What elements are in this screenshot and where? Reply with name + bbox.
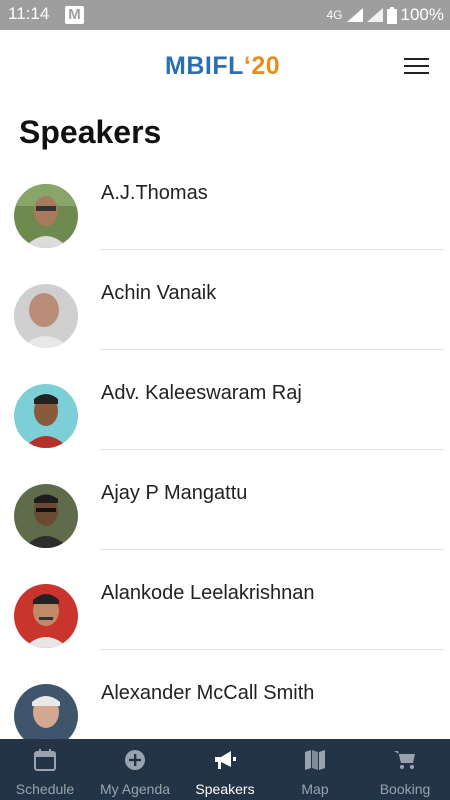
- battery-level: 100%: [400, 5, 444, 24]
- nav-item-map[interactable]: Map: [270, 739, 360, 800]
- network-type: 4G: [326, 8, 343, 22]
- speaker-avatar: [14, 284, 78, 348]
- speaker-name: Ajay P Mangattu: [101, 482, 248, 504]
- calendar-icon: [34, 749, 56, 771]
- app-header: MBIFL‘20: [0, 30, 450, 102]
- nav-label: Map: [301, 781, 329, 797]
- speaker-item[interactable]: Ajay P Mangattu: [0, 470, 450, 570]
- nav-item-schedule[interactable]: Schedule: [0, 739, 90, 800]
- nav-label: Speakers: [195, 781, 255, 797]
- nav-label: My Agenda: [99, 781, 171, 797]
- divider: [100, 349, 444, 350]
- divider: [100, 649, 444, 650]
- speaker-list: A.J.Thomas Achin Vanaik Adv. Kaleeswaram…: [0, 170, 450, 770]
- cart-icon: [394, 751, 415, 769]
- page-title: Speakers: [19, 114, 162, 150]
- nav-label: Schedule: [15, 781, 75, 797]
- speaker-avatar: [14, 384, 78, 448]
- status-indicators: 4G 100%: [327, 0, 445, 30]
- divider: [100, 249, 444, 250]
- speaker-name: Achin Vanaik: [101, 282, 217, 304]
- nav-label: Booking: [379, 781, 431, 797]
- status-bar: 11:14 M 4G 100%: [0, 0, 450, 30]
- plus-circle-icon: [125, 750, 145, 770]
- megaphone-icon: [215, 751, 236, 769]
- speaker-name: A.J.Thomas: [101, 182, 208, 204]
- signal-icon: [346, 8, 363, 22]
- nav-item-booking[interactable]: Booking: [360, 739, 450, 800]
- signal-secondary-icon: [366, 8, 383, 22]
- speaker-name: Alexander McCall Smith: [101, 682, 315, 704]
- nav-item-my-agenda[interactable]: My Agenda: [90, 739, 180, 800]
- speaker-item[interactable]: Achin Vanaik: [0, 270, 450, 370]
- speaker-item[interactable]: A.J.Thomas: [0, 170, 450, 270]
- notification-icon: M: [65, 6, 84, 24]
- speaker-item[interactable]: Adv. Kaleeswaram Raj: [0, 370, 450, 470]
- map-icon: [305, 750, 325, 770]
- app-logo: MBIFL‘20: [165, 52, 280, 81]
- speaker-item[interactable]: Alankode Leelakrishnan: [0, 570, 450, 670]
- speaker-avatar: [14, 484, 78, 548]
- speaker-avatar: [14, 584, 78, 648]
- divider: [100, 449, 444, 450]
- speaker-name: Alankode Leelakrishnan: [101, 582, 315, 604]
- status-time: 11:14: [8, 4, 50, 23]
- speaker-avatar: [14, 184, 78, 248]
- divider: [100, 549, 444, 550]
- speaker-name: Adv. Kaleeswaram Raj: [101, 382, 302, 404]
- bottom-navigation: Schedule My Agenda Speakers Map Booking: [0, 739, 450, 800]
- battery-icon: [386, 6, 397, 24]
- logo-year: ‘20: [243, 52, 281, 80]
- nav-item-speakers[interactable]: Speakers: [180, 739, 270, 800]
- hamburger-menu-icon[interactable]: [404, 55, 432, 77]
- logo-text: MBIFL: [165, 52, 244, 80]
